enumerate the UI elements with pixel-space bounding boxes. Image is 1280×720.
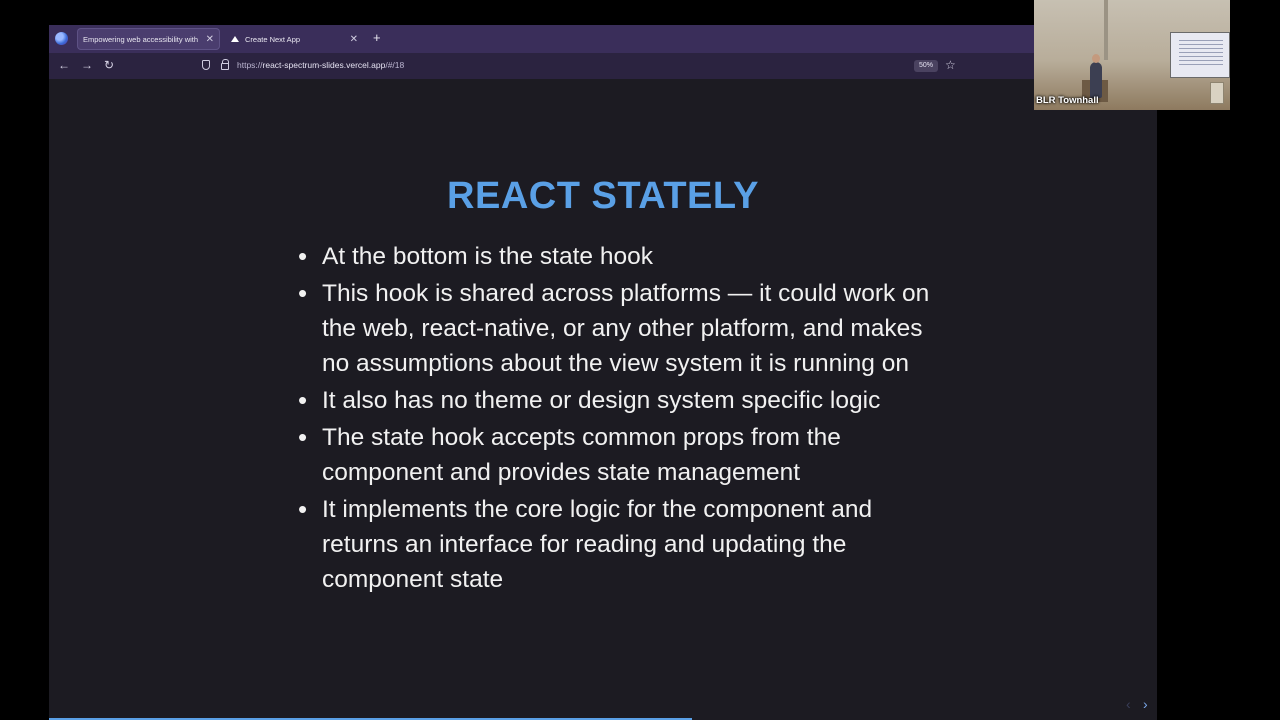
bullet-item: At the bottom is the state hook <box>298 239 939 274</box>
bullet-item: It also has no theme or design system sp… <box>298 383 939 418</box>
close-icon[interactable]: ✕ <box>206 34 214 45</box>
url-path: /#/18 <box>385 60 405 70</box>
bullet-item: The state hook accepts common props from… <box>298 420 939 490</box>
star-icon[interactable]: ☆ <box>945 58 956 72</box>
slide: REACT STATELY At the bottom is the state… <box>49 79 1157 720</box>
wall-column <box>1104 0 1108 60</box>
webcam-feed: BLR Townhall <box>1034 0 1230 110</box>
url-host: react-spectrum-slides.vercel.app <box>262 60 386 70</box>
tab-bar: Empowering web accessibility with ✕ Crea… <box>49 25 1034 53</box>
forward-icon[interactable]: → <box>81 58 93 72</box>
tab-create-next-app[interactable]: Create Next App ✕ <box>225 28 364 50</box>
tab-title: Empowering web accessibility with <box>83 34 199 44</box>
projector-screen <box>1170 32 1230 78</box>
url-text[interactable]: https://react-spectrum-slides.vercel.app… <box>237 60 404 70</box>
close-icon[interactable]: ✕ <box>350 34 358 45</box>
firefox-icon[interactable] <box>55 32 68 45</box>
slide-title: REACT STATELY <box>447 175 759 217</box>
webcam-label: BLR Townhall <box>1036 95 1099 106</box>
cabinet <box>1210 82 1224 104</box>
shield-icon[interactable] <box>202 60 210 70</box>
lock-icon[interactable] <box>221 59 229 70</box>
nav-bar: ← → ↻ https://react-spectrum-slides.verc… <box>49 53 1034 79</box>
next-slide-icon[interactable]: › <box>1143 696 1148 712</box>
tab-title: Create Next App <box>245 34 301 44</box>
reload-icon[interactable]: ↻ <box>104 58 114 72</box>
presenter <box>1090 54 1102 98</box>
tab-empowering[interactable]: Empowering web accessibility with ✕ <box>77 28 220 50</box>
bullet-item: This hook is shared across platforms — i… <box>298 276 939 381</box>
url-scheme: https:// <box>237 60 263 70</box>
url-bar[interactable]: https://react-spectrum-slides.vercel.app… <box>197 57 967 75</box>
new-tab-icon[interactable]: + <box>373 31 381 45</box>
vercel-icon <box>231 36 239 42</box>
prev-slide-icon[interactable]: ‹ <box>1126 696 1131 712</box>
back-icon[interactable]: ← <box>58 58 70 72</box>
bullet-item: It implements the core logic for the com… <box>298 492 939 597</box>
bullet-list: At the bottom is the state hook This hoo… <box>298 239 939 599</box>
zoom-badge[interactable]: 50% <box>914 60 938 72</box>
browser-window: Empowering web accessibility with ✕ Crea… <box>49 25 1157 720</box>
